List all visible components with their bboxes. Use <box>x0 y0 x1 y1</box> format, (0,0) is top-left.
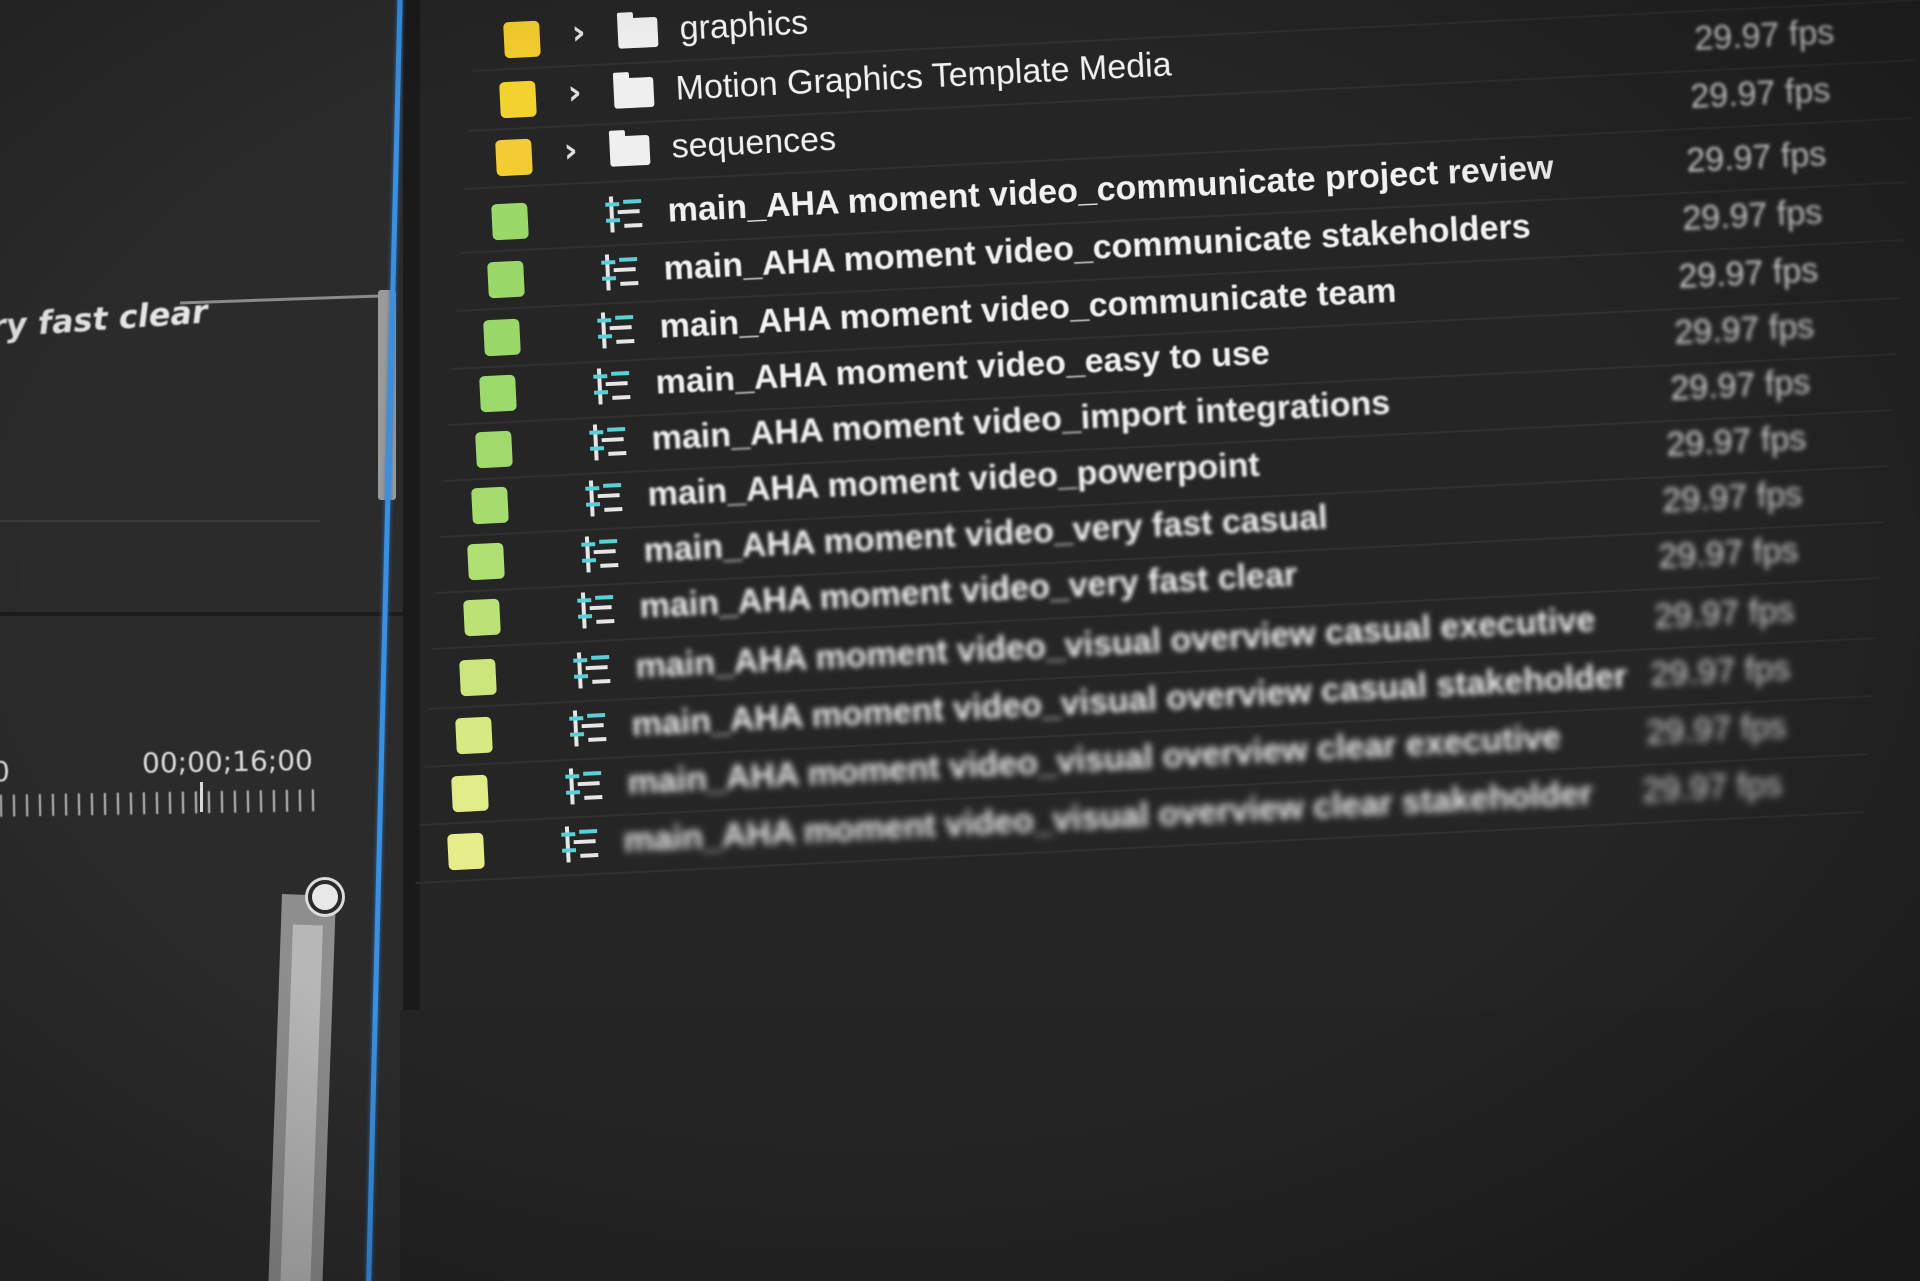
zoom-scrollbar[interactable] <box>268 894 336 1281</box>
chevron-right-icon[interactable]: › <box>563 130 579 171</box>
project-item-list: › graphics › Motion Graphics Template Media… <box>412 0 1920 1000</box>
timecode-start: 0 <box>0 755 10 788</box>
label-color-chip[interactable] <box>479 374 517 413</box>
sequence-icon <box>565 768 603 805</box>
label-color-chip[interactable] <box>495 138 533 177</box>
time-ruler[interactable] <box>0 789 321 817</box>
label-color-chip[interactable] <box>459 658 497 697</box>
frame-rate-cell: 29.97 fps <box>1665 419 1808 464</box>
sequence-icon <box>585 480 623 517</box>
project-empty-area[interactable] <box>400 1010 1920 1281</box>
sequence-icon <box>597 312 635 349</box>
label-color-chip[interactable] <box>451 774 489 813</box>
screen: ry fast clear 0 00;00;16;00 › graphics › Mo… <box>0 0 1920 1281</box>
sequence-icon <box>589 424 627 461</box>
chevron-right-icon[interactable]: › <box>567 72 583 113</box>
frame-rate-cell: 29.97 fps <box>1681 193 1824 238</box>
zoom-handle[interactable] <box>308 880 342 914</box>
sequence-icon <box>593 368 631 405</box>
folder-icon <box>609 134 651 167</box>
sequence-icon <box>605 196 643 233</box>
frame-rate-cell: 29.97 fps <box>1669 363 1812 408</box>
label-color-chip[interactable] <box>503 20 541 59</box>
project-item-name[interactable]: sequences <box>671 120 837 167</box>
frame-rate-cell: 29.97 fps <box>1661 475 1804 520</box>
chevron-right-icon[interactable]: › <box>571 12 587 53</box>
label-color-chip[interactable] <box>483 318 521 357</box>
monitor-sequence-name: ry fast clear <box>0 292 209 346</box>
frame-rate-cell: 29.97 fps <box>1653 591 1796 636</box>
zoom-scrollbar-thumb[interactable] <box>279 924 323 1281</box>
frame-rate-cell: 29.97 fps <box>1657 531 1800 576</box>
sequence-icon <box>577 592 615 629</box>
frame-rate-cell: 29.97 fps <box>1677 251 1820 296</box>
label-color-chip[interactable] <box>463 598 501 637</box>
sequence-icon <box>573 652 611 689</box>
frame-rate-cell: 29.97 fps <box>1645 707 1788 752</box>
label-color-chip[interactable] <box>475 430 513 469</box>
frame-rate-cell: 29.97 fps <box>1689 71 1832 116</box>
label-color-chip[interactable] <box>467 542 505 581</box>
label-color-chip[interactable] <box>499 80 537 119</box>
frame-rate-cell: 29.97 fps <box>1649 649 1792 694</box>
project-item-name[interactable]: graphics <box>679 3 809 48</box>
monitor-divider-line <box>0 520 320 522</box>
sequence-icon <box>581 536 619 573</box>
frame-rate-cell: 29.97 fps <box>1673 307 1816 352</box>
folder-icon <box>617 16 659 49</box>
sequence-icon <box>569 710 607 747</box>
label-color-chip[interactable] <box>455 716 493 755</box>
folder-icon <box>613 76 655 109</box>
label-color-chip[interactable] <box>471 486 509 525</box>
sequence-icon <box>561 826 599 863</box>
label-color-chip[interactable] <box>491 202 529 241</box>
timecode-label: 00;00;16;00 <box>141 743 314 780</box>
label-color-chip[interactable] <box>447 832 485 871</box>
frame-rate-cell: 29.97 fps <box>1685 135 1828 180</box>
label-color-chip[interactable] <box>487 260 525 299</box>
frame-rate-cell: 29.97 fps <box>1693 13 1836 58</box>
playhead[interactable] <box>200 782 203 812</box>
frame-rate-cell: 29.97 fps <box>1641 765 1784 810</box>
monitor-divider <box>180 294 380 305</box>
sequence-icon <box>601 254 639 291</box>
monitor-divider-line <box>0 612 420 616</box>
